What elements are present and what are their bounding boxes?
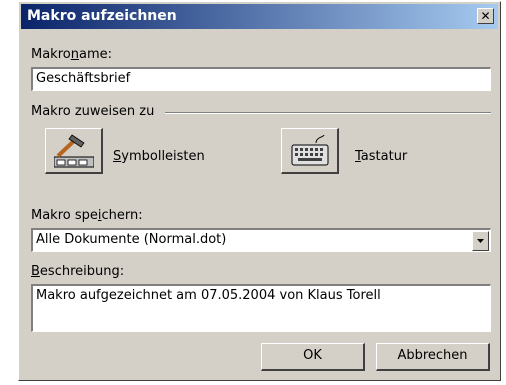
- keyboard-button[interactable]: [281, 128, 339, 174]
- close-button[interactable]: ✕: [477, 8, 494, 24]
- store-macro-label: Makro speichern:: [31, 208, 143, 223]
- description-label: Beschreibung:: [31, 264, 125, 279]
- toolbars-button[interactable]: [45, 128, 103, 174]
- keyboard-icon: [291, 134, 329, 166]
- macro-name-value: Geschäftsbrief: [36, 71, 131, 86]
- keyboard-label[interactable]: Tastatur: [355, 149, 407, 164]
- record-macro-dialog: Makro aufzeichnen ✕ Makroname: Geschäfts…: [18, 1, 501, 381]
- assign-group-label: Makro zuweisen zu: [31, 104, 155, 119]
- dropdown-arrow-button[interactable]: [472, 231, 489, 251]
- description-textarea[interactable]: Makro aufgezeichnet am 07.05.2004 von Kl…: [31, 284, 491, 332]
- toolbars-label[interactable]: Symbolleisten: [113, 149, 205, 164]
- description-value: Makro aufgezeichnet am 07.05.2004 von Kl…: [36, 288, 381, 303]
- macro-name-input[interactable]: Geschäftsbrief: [31, 67, 491, 91]
- window-title: Makro aufzeichnen: [27, 8, 177, 24]
- group-divider: [165, 112, 491, 114]
- ok-button[interactable]: OK: [261, 343, 365, 371]
- store-macro-select[interactable]: Alle Dokumente (Normal.dot): [31, 228, 491, 252]
- cancel-button[interactable]: Abbrechen: [376, 343, 490, 371]
- store-macro-value: Alle Dokumente (Normal.dot): [36, 232, 227, 247]
- hammer-toolbar-icon: [54, 134, 94, 168]
- macro-name-label: Makroname:: [31, 47, 112, 62]
- chevron-down-icon: [477, 239, 484, 243]
- title-bar[interactable]: Makro aufzeichnen ✕: [21, 4, 498, 29]
- close-icon: ✕: [480, 9, 491, 23]
